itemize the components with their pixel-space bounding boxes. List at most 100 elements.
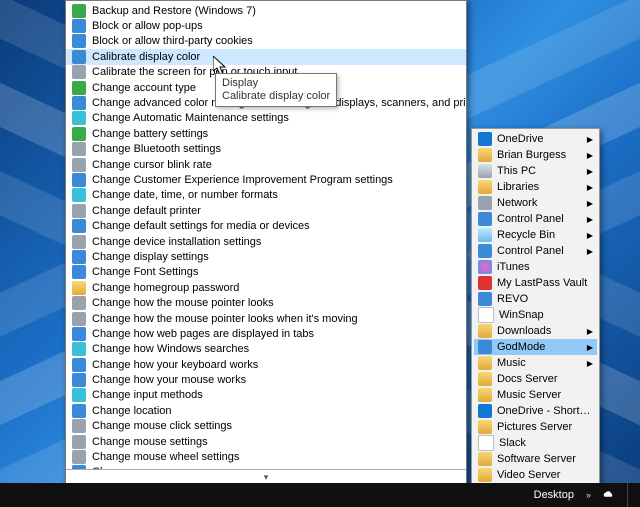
list-item-icon: [72, 250, 86, 264]
menu-item-icon: [478, 340, 492, 354]
list-item[interactable]: Change Customer Experience Improvement P…: [66, 172, 466, 187]
list-item-icon: [72, 342, 86, 356]
menu-item[interactable]: Recycle Bin▶: [474, 227, 597, 243]
menu-item[interactable]: Libraries▶: [474, 179, 597, 195]
desktop-toolbar-menu: OneDrive▶Brian Burgess▶This PC▶Libraries…: [471, 128, 600, 486]
menu-item-icon: [478, 132, 492, 146]
list-item-label: Change how web pages are displayed in ta…: [92, 328, 314, 340]
list-item[interactable]: Change cursor blink rate: [66, 157, 466, 172]
menu-item[interactable]: Software Server: [474, 451, 597, 467]
menu-item-label: Docs Server: [497, 373, 593, 385]
list-item[interactable]: Change mouse settings: [66, 434, 466, 449]
menu-item[interactable]: REVO: [474, 291, 597, 307]
menu-item[interactable]: Brian Burgess▶: [474, 147, 597, 163]
show-desktop-button[interactable]: [627, 483, 634, 507]
submenu-arrow-icon: ▶: [587, 167, 593, 176]
list-item[interactable]: Change default printer: [66, 203, 466, 218]
list-item[interactable]: Change how your mouse works: [66, 372, 466, 387]
menu-item-icon: [478, 196, 492, 210]
list-item-label: Change battery settings: [92, 128, 208, 140]
list-item-icon: [72, 50, 86, 64]
list-item[interactable]: Change Automatic Maintenance settings: [66, 111, 466, 126]
menu-item[interactable]: OneDrive - Shortcut: [474, 403, 597, 419]
menu-item[interactable]: Pictures Server: [474, 419, 597, 435]
menu-item-icon: [478, 420, 492, 434]
menu-item-icon: [478, 404, 492, 418]
menu-item-label: Music Server: [497, 389, 593, 401]
list-item[interactable]: Change device installation settings: [66, 234, 466, 249]
list-item-label: Change Font Settings: [92, 266, 198, 278]
menu-item[interactable]: Downloads▶: [474, 323, 597, 339]
menu-item[interactable]: OneDrive▶: [474, 131, 597, 147]
menu-item[interactable]: Slack: [474, 435, 597, 451]
list-item-label: Change how the mouse pointer looks: [92, 297, 274, 309]
menu-item[interactable]: My LastPass Vault: [474, 275, 597, 291]
list-item[interactable]: Change Font Settings: [66, 265, 466, 280]
list-item-label: Block or allow pop-ups: [92, 20, 203, 32]
desktop-toolbar-label[interactable]: Desktop: [534, 489, 576, 501]
desktop-toolbar-expand[interactable]: »: [584, 490, 593, 500]
menu-item-icon: [478, 388, 492, 402]
menu-item[interactable]: Control Panel▶: [474, 243, 597, 259]
list-item-label: Block or allow third-party cookies: [92, 35, 253, 47]
list-item-icon: [72, 312, 86, 326]
menu-item[interactable]: Music Server: [474, 387, 597, 403]
list-item[interactable]: Change date, time, or number formats: [66, 188, 466, 203]
menu-item-icon: [478, 164, 492, 178]
list-item-label: Backup and Restore (Windows 7): [92, 5, 256, 17]
list-item-icon: [72, 158, 86, 172]
submenu-arrow-icon: ▶: [587, 215, 593, 224]
submenu-arrow-icon: ▶: [587, 247, 593, 256]
menu-item[interactable]: Docs Server: [474, 371, 597, 387]
menu-item-icon: [478, 307, 494, 323]
list-item[interactable]: Change how the mouse pointer looks when …: [66, 311, 466, 326]
menu-item-label: Brian Burgess: [497, 149, 582, 161]
menu-item-icon: [478, 260, 492, 274]
list-item[interactable]: Change how Windows searches: [66, 342, 466, 357]
list-item-label: Calibrate display color: [92, 51, 200, 63]
list-item[interactable]: Change display settings: [66, 249, 466, 264]
list-item-label: Change mouse settings: [92, 436, 208, 448]
menu-item[interactable]: This PC▶: [474, 163, 597, 179]
list-item-icon: [72, 388, 86, 402]
list-item[interactable]: Change homegroup password: [66, 280, 466, 295]
menu-item[interactable]: WinSnap: [474, 307, 597, 323]
list-item[interactable]: Change mouse click settings: [66, 419, 466, 434]
menu-item-label: Control Panel: [497, 213, 582, 225]
submenu-arrow-icon: ▶: [587, 343, 593, 352]
list-item-icon: [72, 219, 86, 233]
onedrive-tray-icon[interactable]: [601, 488, 615, 502]
chevron-down-icon: ▾: [264, 472, 269, 483]
list-item[interactable]: Change how web pages are displayed in ta…: [66, 326, 466, 341]
list-item[interactable]: Change mouse wheel settings: [66, 449, 466, 464]
menu-item[interactable]: GodMode▶: [474, 339, 597, 355]
menu-item[interactable]: Music▶: [474, 355, 597, 371]
menu-item[interactable]: Control Panel ▶: [474, 211, 597, 227]
list-item[interactable]: Change default settings for media or dev…: [66, 218, 466, 233]
menu-item[interactable]: Network▶: [474, 195, 597, 211]
list-item[interactable]: Change Bluetooth settings: [66, 142, 466, 157]
list-item-label: Change default printer: [92, 205, 201, 217]
list-item[interactable]: Backup and Restore (Windows 7): [66, 3, 466, 18]
list-item[interactable]: Change input methods: [66, 388, 466, 403]
list-item[interactable]: Change location: [66, 403, 466, 418]
list-item-icon: [72, 111, 86, 125]
menu-item-label: OneDrive: [497, 133, 582, 145]
scroll-down-button[interactable]: ▾: [66, 469, 466, 484]
list-item[interactable]: Block or allow third-party cookies: [66, 34, 466, 49]
list-item-label: Change mouse wheel settings: [92, 451, 239, 463]
list-item[interactable]: Calibrate display color: [66, 49, 466, 64]
list-item[interactable]: Change how the mouse pointer looks: [66, 295, 466, 310]
list-item[interactable]: Change battery settings: [66, 126, 466, 141]
menu-item[interactable]: iTunes: [474, 259, 597, 275]
menu-item-label: My LastPass Vault: [497, 277, 593, 289]
list-item[interactable]: Block or allow pop-ups: [66, 18, 466, 33]
list-item-label: Change default settings for media or dev…: [92, 220, 310, 232]
list-item-icon: [72, 327, 86, 341]
menu-item[interactable]: Video Server: [474, 467, 597, 483]
list-item-icon: [72, 435, 86, 449]
list-item-label: Change Customer Experience Improvement P…: [92, 174, 393, 186]
list-item[interactable]: Change how your keyboard works: [66, 357, 466, 372]
list-item-label: Change homegroup password: [92, 282, 239, 294]
menu-item-label: iTunes: [497, 261, 593, 273]
